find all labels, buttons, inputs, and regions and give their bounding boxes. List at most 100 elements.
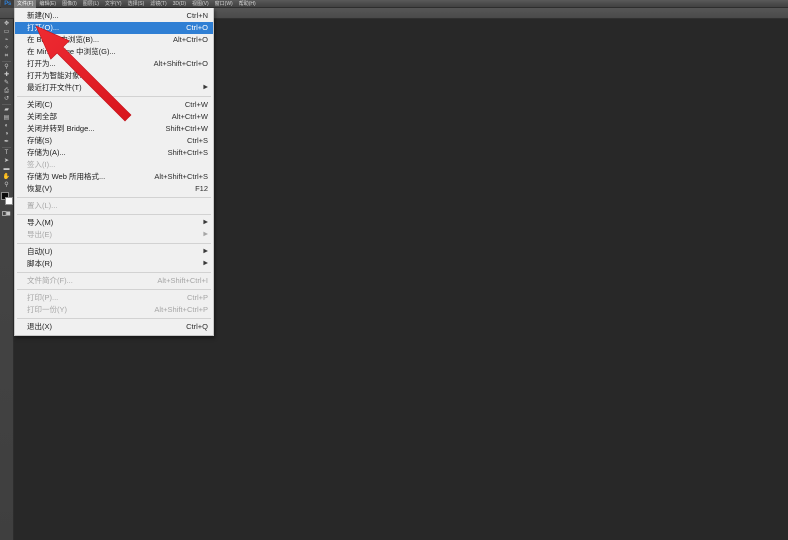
menu-item-label: 关闭(C) bbox=[27, 100, 53, 109]
menu-item[interactable]: 关闭并转到 Bridge... Shift+Ctrl+W bbox=[15, 123, 213, 135]
menu-item[interactable]: 打开为... Alt+Shift+Ctrl+O bbox=[15, 58, 213, 70]
menu-item-shortcut: Alt+Shift+Ctrl+I bbox=[157, 276, 208, 285]
healing-brush-tool[interactable]: ✚ bbox=[0, 71, 13, 79]
quick-selection-tool[interactable]: ✧ bbox=[0, 44, 13, 52]
menu-bar-item-1[interactable]: 编辑(E) bbox=[36, 0, 59, 8]
menu-bar-item-4[interactable]: 文字(Y) bbox=[102, 0, 125, 8]
menu-item[interactable]: 自动(U) ▶ bbox=[15, 246, 213, 258]
marquee-tool[interactable]: ▭ bbox=[0, 28, 13, 36]
gradient-tool-glyph: ▤ bbox=[3, 115, 10, 121]
lasso-tool[interactable]: ⌁ bbox=[0, 36, 13, 44]
menu-item[interactable]: 最近打开文件(T) ▶ bbox=[15, 82, 213, 94]
quick-mask-glyph bbox=[2, 211, 11, 216]
menu-item[interactable]: 打开为智能对象... bbox=[15, 70, 213, 82]
menu-item: 导出(E) ▶ bbox=[15, 229, 213, 241]
brush-tool[interactable]: ✎ bbox=[0, 79, 13, 87]
menu-item-label: 置入(L)... bbox=[27, 201, 58, 210]
dodge-tool[interactable]: ◑ bbox=[0, 130, 13, 138]
marquee-tool-glyph: ▭ bbox=[3, 29, 10, 35]
menu-item[interactable]: 存储为 Web 所用格式... Alt+Shift+Ctrl+S bbox=[15, 171, 213, 183]
menu-item-label: 存储(S) bbox=[27, 136, 52, 145]
menu-bar-item-7[interactable]: 3D(D) bbox=[170, 0, 189, 8]
blur-tool-glyph: ◐ bbox=[4, 123, 9, 129]
menu-bar-item-2[interactable]: 图像(I) bbox=[59, 0, 80, 8]
menu-bar-item-3[interactable]: 图层(L) bbox=[80, 0, 102, 8]
menu-separator bbox=[17, 197, 211, 198]
photoshop-logo-icon: Ps bbox=[1, 0, 14, 8]
history-brush-tool-glyph: ↺ bbox=[3, 96, 10, 102]
type-tool[interactable]: T bbox=[0, 149, 13, 157]
menu-bar-item-10[interactable]: 帮助(H) bbox=[236, 0, 259, 8]
menu-item-shortcut: Alt+Shift+Ctrl+P bbox=[154, 305, 208, 314]
menu-item-shortcut: F12 bbox=[195, 184, 208, 193]
crop-tool[interactable]: ⌗ bbox=[0, 52, 13, 60]
menu-item[interactable]: 关闭(C) Ctrl+W bbox=[15, 99, 213, 111]
menu-item[interactable]: 打开(O)... Ctrl+O bbox=[15, 22, 213, 34]
menu-item: 置入(L)... bbox=[15, 200, 213, 212]
shape-tool-glyph: ▬ bbox=[3, 166, 10, 172]
menu-item-shortcut: Ctrl+S bbox=[186, 136, 208, 145]
menu-bar-item-6[interactable]: 滤镜(T) bbox=[147, 0, 169, 8]
menu-item-label: 签入(I)... bbox=[27, 160, 56, 169]
menu-item[interactable]: 存储为(A)... Shift+Ctrl+S bbox=[15, 147, 213, 159]
submenu-chevron-right-icon: ▶ bbox=[203, 84, 208, 91]
menu-separator bbox=[17, 272, 211, 273]
menu-item-label: 关闭并转到 Bridge... bbox=[27, 124, 95, 133]
clone-stamp-tool[interactable]: ⎙ bbox=[0, 87, 13, 95]
menu-bar-item-5[interactable]: 选择(S) bbox=[125, 0, 148, 8]
menu-separator bbox=[17, 318, 211, 319]
menu-item-label: 恢复(V) bbox=[27, 184, 52, 193]
submenu-chevron-right-icon: ▶ bbox=[203, 219, 208, 226]
history-brush-tool[interactable]: ↺ bbox=[0, 95, 13, 103]
eraser-tool[interactable]: ▰ bbox=[0, 106, 13, 114]
menu-item-label: 在 Mini Bridge 中浏览(G)... bbox=[27, 47, 116, 56]
menu-item-label: 最近打开文件(T) bbox=[27, 83, 82, 92]
eraser-tool-glyph: ▰ bbox=[4, 107, 9, 113]
menu-item[interactable]: 新建(N)... Ctrl+N bbox=[15, 10, 213, 22]
menu-bar-item-8[interactable]: 视图(V) bbox=[189, 0, 212, 8]
menu-separator bbox=[17, 96, 211, 97]
path-selection-tool[interactable]: ➤ bbox=[0, 157, 13, 165]
menu-item-label: 脚本(R) bbox=[27, 259, 53, 268]
blur-tool[interactable]: ◐ bbox=[0, 122, 13, 130]
menu-item-label: 在 Bridge 中浏览(B)... bbox=[27, 35, 100, 44]
menu-item-label: 自动(U) bbox=[27, 247, 53, 256]
menu-item-label: 打开为... bbox=[27, 59, 56, 68]
menu-item-label: 导入(M) bbox=[27, 218, 54, 227]
menu-item-shortcut: Shift+Ctrl+S bbox=[167, 148, 208, 157]
eyedropper-tool-glyph: ⚲ bbox=[4, 64, 9, 70]
menu-separator bbox=[17, 214, 211, 215]
photoshop-window: Ps 文件(F) 编辑(E) 图像(I) 图层(L) 文字(Y) 选择(S) 滤镜(T) 3D… bbox=[0, 0, 788, 540]
menu-bar: Ps 文件(F) 编辑(E) 图像(I) 图层(L) 文字(Y) 选择(S) 滤镜(T) 3D… bbox=[0, 0, 788, 8]
menu-item[interactable]: 恢复(V) F12 bbox=[15, 183, 213, 195]
quick-mask-toggle-icon[interactable] bbox=[0, 210, 13, 217]
path-selection-tool-glyph: ➤ bbox=[3, 158, 10, 164]
menu-item[interactable]: 导入(M) ▶ bbox=[15, 217, 213, 229]
background-color-swatch[interactable] bbox=[5, 197, 13, 205]
menu-item-label: 打开(O)... bbox=[27, 23, 60, 32]
eyedropper-tool[interactable]: ⚲ bbox=[0, 63, 13, 71]
menu-bar-item-9[interactable]: 窗口(W) bbox=[212, 0, 236, 8]
menu-item[interactable]: 脚本(R) ▶ bbox=[15, 258, 213, 270]
menu-item[interactable]: 存储(S) Ctrl+S bbox=[15, 135, 213, 147]
tools-panel[interactable]: ✥ ▭ ⌁ ✧ ⌗ ⚲ ✚ ✎ ⎙ ↺ ▰ ▤ ◐ ◑ ✒ T ➤ ▬ ✋ ⚲ bbox=[0, 19, 14, 540]
menu-item[interactable]: 关闭全部 Alt+Ctrl+W bbox=[15, 111, 213, 123]
move-tool[interactable]: ✥ bbox=[0, 20, 13, 28]
menu-item[interactable]: 退出(X) Ctrl+Q bbox=[15, 321, 213, 333]
submenu-chevron-right-icon: ▶ bbox=[203, 260, 208, 267]
shape-tool[interactable]: ▬ bbox=[0, 165, 13, 173]
menu-item[interactable]: 在 Mini Bridge 中浏览(G)... bbox=[15, 46, 213, 58]
hand-tool[interactable]: ✋ bbox=[0, 173, 13, 181]
menu-item: 打印一份(Y) Alt+Shift+Ctrl+P bbox=[15, 304, 213, 316]
menu-item-label: 新建(N)... bbox=[27, 11, 59, 20]
menu-item[interactable]: 在 Bridge 中浏览(B)... Alt+Ctrl+O bbox=[15, 34, 213, 46]
menu-item-label: 导出(E) bbox=[27, 230, 52, 239]
file-dropdown-menu[interactable]: 新建(N)... Ctrl+N 打开(O)... Ctrl+O 在 Bridge 中浏览… bbox=[14, 8, 214, 336]
pen-tool[interactable]: ✒ bbox=[0, 138, 13, 146]
menu-bar-item-0[interactable]: 文件(F) bbox=[14, 0, 37, 8]
menu-item-label: 打印一份(Y) bbox=[27, 305, 67, 314]
brush-tool-glyph: ✎ bbox=[3, 80, 10, 86]
zoom-tool[interactable]: ⚲ bbox=[0, 181, 13, 189]
gradient-tool[interactable]: ▤ bbox=[0, 114, 13, 122]
color-swatches[interactable] bbox=[0, 191, 14, 207]
